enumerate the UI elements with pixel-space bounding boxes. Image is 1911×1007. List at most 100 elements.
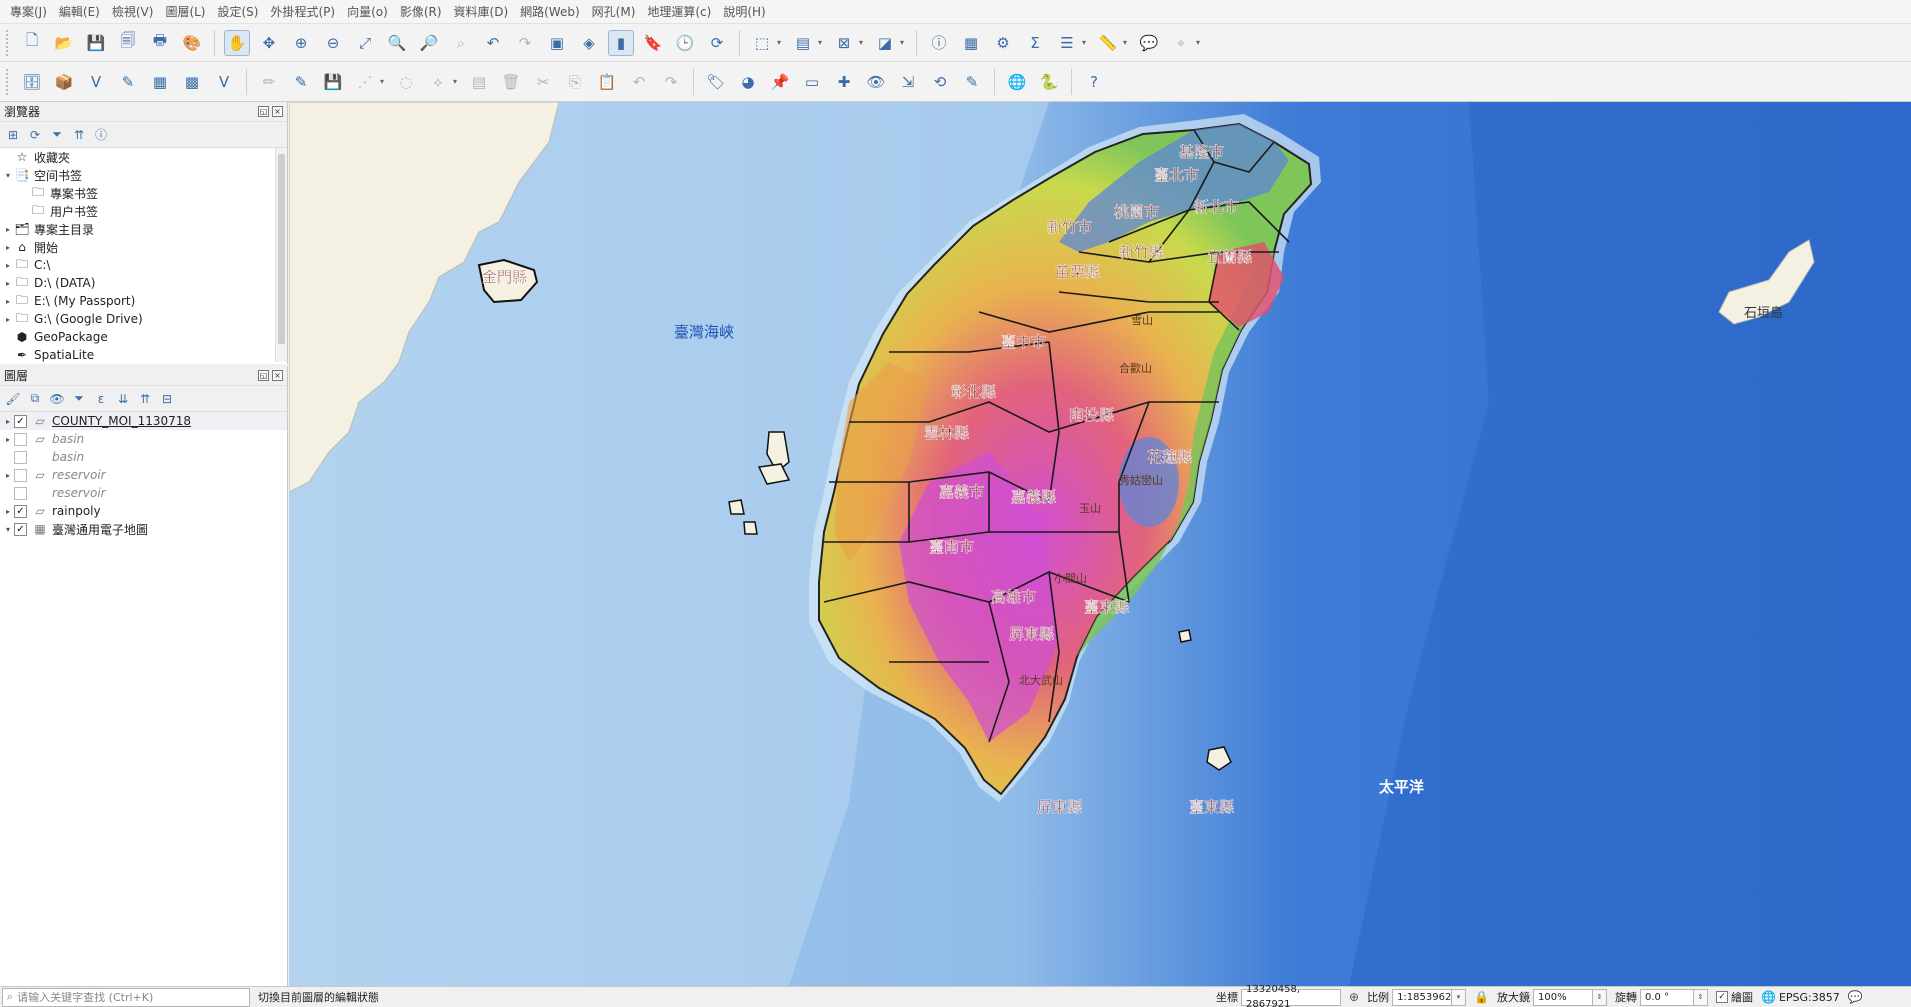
menu-item[interactable]: 檢視(V) — [106, 0, 160, 24]
remove-layer-icon[interactable]: ⊟ — [158, 390, 176, 408]
dropdown-arrow-icon[interactable]: ▾ — [815, 30, 825, 56]
highlight-labels-icon[interactable]: ▭ — [799, 69, 825, 95]
scale-dropdown[interactable]: ▾ — [1452, 988, 1467, 1006]
expand-arrow-icon[interactable]: ▾ — [2, 171, 14, 180]
scale-field[interactable]: 1:1853962 — [1392, 988, 1453, 1006]
menu-item[interactable]: 資料庫(D) — [448, 0, 515, 24]
clock-icon[interactable]: 🕒 — [672, 30, 698, 56]
visibility-icon[interactable]: 👁 — [48, 390, 66, 408]
float-panel-icon[interactable]: ◱ — [258, 370, 269, 381]
diagram-tool-icon[interactable]: ◕ — [735, 69, 761, 95]
browser-item[interactable]: ✒ SpatiaLite — [0, 346, 287, 362]
toolbar-grip[interactable] — [6, 29, 10, 56]
pin-labels-icon[interactable]: 📌 — [767, 69, 793, 95]
modify-attributes-icon[interactable]: ▤ — [466, 69, 492, 95]
locator-search-input[interactable]: ⌕ 请输入关键字查找 (Ctrl+K) — [2, 987, 250, 1007]
dropdown-arrow-icon[interactable]: ▾ — [856, 30, 866, 56]
layer-row[interactable]: ▸ ✓ ▱ COUNTY_MOI_1130718 — [0, 412, 287, 430]
save-edits-icon[interactable]: 💾 — [320, 69, 346, 95]
expand-arrow-icon[interactable]: ▸ — [2, 225, 14, 234]
expand-arrow-icon[interactable]: ▾ — [2, 525, 14, 534]
expand-arrow-icon[interactable]: ▸ — [2, 279, 14, 288]
copy-features-icon[interactable]: ⎘ — [562, 69, 588, 95]
temporal-icon[interactable]: ▮ — [608, 29, 634, 56]
rotation-field[interactable]: 0.0 ° — [1640, 988, 1695, 1006]
map-tips-icon[interactable]: 💬 — [1136, 30, 1162, 56]
new-geopackage-icon[interactable]: 📦 — [51, 69, 77, 95]
add-virtual-layer-icon[interactable]: V — [211, 69, 237, 95]
layer-visibility-checkbox[interactable] — [14, 486, 27, 500]
collapse-all-icon[interactable]: ⇈ — [136, 390, 154, 408]
dropdown-arrow-icon[interactable]: ▾ — [1193, 30, 1203, 56]
magnifier-field[interactable]: 100% — [1533, 988, 1594, 1006]
browser-item[interactable]: ▸ 🗀 D:\ (DATA) — [0, 274, 287, 292]
browser-item[interactable]: ⬢ GeoPackage — [0, 328, 287, 346]
close-panel-icon[interactable]: × — [272, 370, 283, 381]
measure-icon[interactable]: 📏 — [1095, 30, 1121, 56]
zoom-full-icon[interactable]: ⤢ — [352, 30, 378, 56]
expand-arrow-icon[interactable]: ▸ — [2, 261, 14, 270]
menu-item[interactable]: 說明(H) — [717, 0, 771, 24]
bookmark-icon[interactable]: 🔖 — [640, 30, 666, 56]
redo-icon[interactable]: ↷ — [658, 69, 684, 95]
undo-icon[interactable]: ↶ — [626, 69, 652, 95]
expand-arrow-icon[interactable]: ▸ — [2, 297, 14, 306]
browser-item[interactable]: ▾ 📑 空间书签 — [0, 166, 287, 184]
save-as-icon[interactable]: 🗐 — [115, 30, 141, 56]
plugin-globe-icon[interactable]: 🌐 — [1004, 69, 1030, 95]
refresh-icon[interactable]: ⟳ — [26, 126, 44, 144]
expand-arrow-icon[interactable]: ▸ — [2, 435, 14, 444]
zoom-out-icon[interactable]: ⊖ — [320, 30, 346, 56]
new-project-icon[interactable]: 🗋 — [19, 30, 45, 56]
zoom-layer-icon[interactable]: 🔎 — [416, 30, 442, 56]
close-panel-icon[interactable]: × — [272, 106, 283, 117]
processing-icon[interactable]: ⚙ — [990, 30, 1016, 56]
data-source-manager-icon[interactable]: 🗄 — [19, 69, 45, 95]
dropdown-arrow-icon[interactable]: ▾ — [1120, 30, 1130, 56]
browser-item[interactable]: 🗀 專案书签 — [0, 184, 287, 202]
label-tool-icon[interactable]: 🏷 — [703, 69, 729, 95]
style-manager-icon[interactable]: 🎨 — [179, 30, 205, 56]
menu-item[interactable]: 网孔(M) — [586, 0, 642, 24]
statistics-icon[interactable]: Σ — [1022, 30, 1048, 56]
menu-item[interactable]: 向量(o) — [341, 0, 394, 24]
filter-legend-icon[interactable]: ⏷ — [70, 390, 88, 408]
browser-item[interactable]: ▸ 🗀 E:\ (My Passport) — [0, 292, 287, 310]
add-vector-icon[interactable]: V — [83, 69, 109, 95]
expression-filter-icon[interactable]: ε — [92, 390, 110, 408]
deselect-icon[interactable]: ⊠ — [831, 30, 857, 56]
pan-icon[interactable]: ✋ — [224, 29, 250, 56]
layer-row[interactable]: ▸ ▱ basin — [0, 430, 287, 448]
crs-icon[interactable]: 🌐 — [1761, 990, 1776, 1004]
current-edits-icon[interactable]: ✏ — [256, 69, 282, 95]
layer-visibility-checkbox[interactable]: ✓ — [14, 414, 27, 428]
select-features-icon[interactable]: ⬚ — [749, 30, 775, 56]
layer-visibility-checkbox[interactable]: ✓ — [14, 522, 27, 536]
magnifier-spinner[interactable]: ⇕ — [1593, 988, 1608, 1006]
dropdown-arrow-icon[interactable]: ▾ — [897, 30, 907, 56]
paste-features-icon[interactable]: 📋 — [594, 69, 620, 95]
layer-visibility-checkbox[interactable] — [14, 468, 27, 482]
browser-item[interactable]: ▸ ⌂ 開始 — [0, 238, 287, 256]
menu-item[interactable]: 編輯(E) — [53, 0, 106, 24]
dropdown-arrow-icon[interactable]: ▾ — [774, 30, 784, 56]
layer-row[interactable]: ▸ ▱ reservoir — [0, 466, 287, 484]
messages-icon[interactable]: 💬 — [1848, 990, 1863, 1004]
coordinate-field[interactable]: 13320458, 2867921 — [1241, 984, 1341, 1007]
browser-scrollbar-thumb[interactable] — [278, 154, 285, 344]
browser-scrollbar[interactable] — [275, 148, 287, 362]
help-icon[interactable]: ? — [1081, 69, 1107, 95]
expand-arrow-icon[interactable]: ▸ — [2, 507, 14, 516]
rotate-label-icon[interactable]: ⟲ — [927, 69, 953, 95]
zoom-next-icon[interactable]: ↷ — [512, 30, 538, 56]
zoom-native-icon[interactable]: ⌕ — [448, 30, 474, 56]
toggle-extents-icon[interactable]: ⊕ — [1349, 990, 1359, 1004]
new-3d-view-icon[interactable]: ◈ — [576, 30, 602, 56]
float-panel-icon[interactable]: ◱ — [258, 106, 269, 117]
attribute-table-icon[interactable]: ▦ — [958, 30, 984, 56]
layer-row[interactable]: ▾ ✓ ▦ 臺灣通用電子地圖 — [0, 520, 287, 538]
open-project-icon[interactable]: 📂 — [51, 30, 77, 56]
info-icon[interactable]: ⓘ — [92, 126, 110, 144]
expand-arrow-icon[interactable]: ▸ — [2, 243, 14, 252]
refresh-icon[interactable]: ⟳ — [704, 30, 730, 56]
